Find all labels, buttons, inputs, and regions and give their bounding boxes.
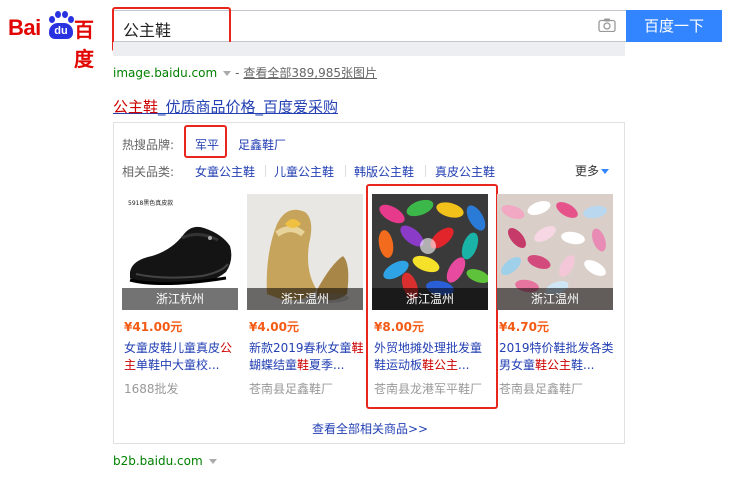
product-location: 浙江杭州 (122, 288, 238, 310)
product-location: 浙江温州 (497, 288, 613, 310)
result-title-link[interactable]: 公主鞋_优质商品价格_百度爱采购 (113, 96, 338, 117)
baidu-logo[interactable]: Bai du 百度 (8, 9, 106, 71)
hot-brand-item[interactable]: 足鑫鞋厂 (238, 136, 286, 153)
category-item[interactable]: 真皮公主鞋 (435, 163, 495, 180)
product-price: ¥4.00元 (249, 320, 299, 334)
divider (345, 165, 346, 177)
dropdown-arrow-icon[interactable] (223, 70, 232, 76)
image-strip (113, 42, 625, 56)
hot-brands-label: 热搜品牌: (122, 138, 175, 152)
dropdown-arrow-icon[interactable] (208, 458, 217, 464)
annotation-box-brand (184, 125, 227, 158)
result-title-rest: _优质商品价格_百度爱采购 (158, 98, 339, 116)
logo-text-baidu-cn: 百度 (74, 18, 94, 71)
camera-icon[interactable] (598, 18, 616, 32)
image-source-url[interactable]: image.baidu.com (113, 66, 217, 80)
product-title-link[interactable]: 2019特价鞋批发各类男女童鞋公主鞋... (499, 340, 615, 374)
product-image[interactable]: 浙江温州 (497, 194, 613, 310)
product-thumb-caption: 5918黑色真皮款 (128, 199, 173, 207)
product-title-link[interactable]: 女童皮鞋儿童真皮公主单鞋中大童校... (124, 340, 240, 374)
paw-icon: du (49, 11, 74, 39)
search-button[interactable]: 百度一下 (626, 10, 722, 42)
chevron-down-icon (601, 169, 610, 174)
product-image[interactable]: 浙江温州 (247, 194, 363, 310)
logo-text-du: du (49, 23, 73, 39)
product-card[interactable]: 浙江温州 ¥4.00元 新款2019春秋女童鞋蝴蝶结童鞋夏季... 苍南县足鑫鞋… (247, 194, 364, 396)
b2b-url[interactable]: b2b.baidu.com (113, 454, 203, 468)
result-title-highlight: 公主鞋 (113, 98, 159, 116)
categories-more-toggle[interactable]: 更多 (575, 162, 610, 179)
view-all-products-link[interactable]: 查看全部相关商品>> (312, 420, 428, 437)
product-price: ¥4.70元 (499, 320, 549, 334)
product-image[interactable]: 5918黑色真皮款 浙江杭州 (122, 194, 238, 310)
category-item[interactable]: 韩版公主鞋 (354, 163, 414, 180)
category-item[interactable]: 儿童公主鞋 (274, 163, 334, 180)
product-card[interactable]: 浙江温州 ¥4.70元 2019特价鞋批发各类男女童鞋公主鞋... 苍南县足鑫鞋… (497, 194, 614, 396)
view-all-images-link[interactable]: 查看全部389,985张图片 (243, 66, 377, 80)
category-item[interactable]: 女童公主鞋 (195, 163, 255, 180)
related-categories-label: 相关品类: (122, 165, 175, 179)
product-card[interactable]: 5918黑色真皮款 浙江杭州 ¥41.00元 女童皮鞋儿童真皮公主单鞋中大童校.… (122, 194, 238, 396)
logo-text-bai: Bai (8, 15, 41, 40)
product-seller[interactable]: 苍南县足鑫鞋厂 (249, 380, 333, 397)
annotation-box-product (366, 184, 498, 409)
product-seller[interactable]: 1688批发 (124, 380, 179, 397)
product-price: ¥41.00元 (124, 320, 183, 334)
divider (425, 165, 426, 177)
product-title-link[interactable]: 新款2019春秋女童鞋蝴蝶结童鞋夏季... (249, 340, 365, 374)
product-location: 浙江温州 (247, 288, 363, 310)
image-result-source: image.baidu.com - 查看全部389,985张图片 (113, 66, 377, 80)
b2b-source: b2b.baidu.com (113, 454, 221, 468)
product-seller[interactable]: 苍南县足鑫鞋厂 (499, 380, 583, 397)
divider (265, 165, 266, 177)
